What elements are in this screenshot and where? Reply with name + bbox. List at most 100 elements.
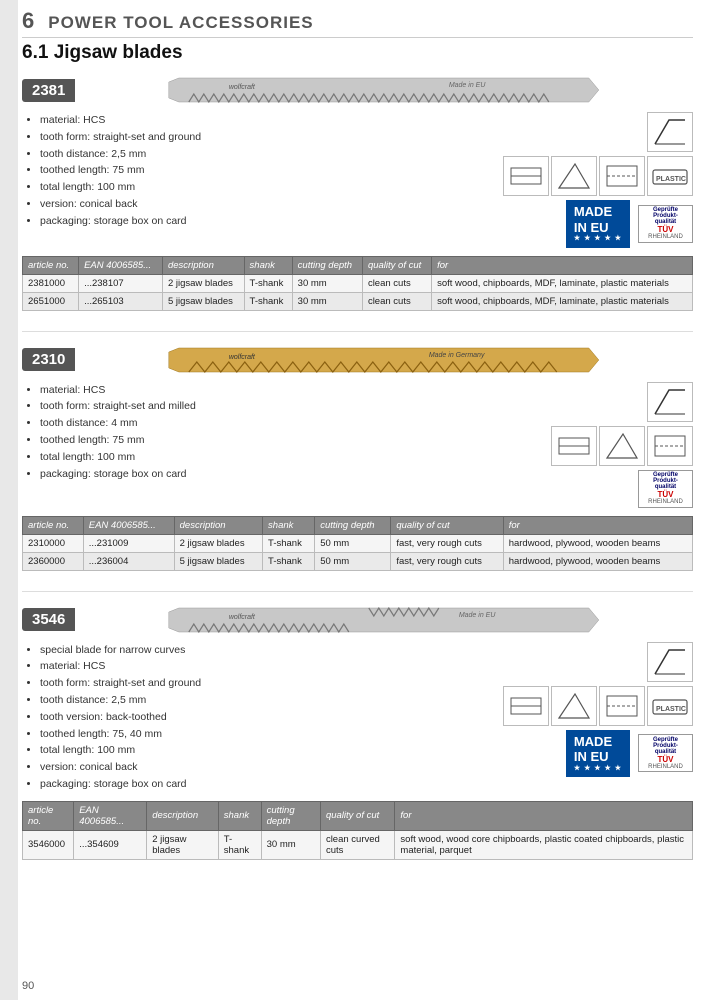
col-header: EAN 4006585... bbox=[83, 516, 174, 534]
divider-2 bbox=[22, 591, 693, 592]
table-row: 2310000 ...231009 2 jigsaw blades T-shan… bbox=[23, 534, 693, 552]
cut-profile-icon bbox=[647, 642, 693, 682]
col-header: description bbox=[162, 256, 244, 274]
col-header: shank bbox=[263, 516, 315, 534]
cell-depth: 30 mm bbox=[292, 274, 362, 292]
cut-angle-icon bbox=[551, 156, 597, 196]
col-header: article no. bbox=[23, 516, 84, 534]
cell-depth: 30 mm bbox=[261, 830, 320, 859]
col-header: EAN 4006585... bbox=[74, 801, 147, 830]
cell-desc: 5 jigsaw blades bbox=[174, 552, 262, 570]
cell-article: 3546000 bbox=[23, 830, 74, 859]
chapter-number: 6 bbox=[22, 8, 34, 34]
blade-header-3546: 3546 wolfcraft Made in EU bbox=[22, 604, 693, 636]
col-header: quality of cut bbox=[391, 516, 503, 534]
svg-text:Made in EU: Made in EU bbox=[459, 612, 497, 619]
spec-item: packaging: storage box on card bbox=[40, 466, 463, 483]
cut-angle-icon bbox=[599, 426, 645, 466]
badge-row-2310: Geprüfte Produkt-qualität TÜV RHEINLAND bbox=[638, 470, 693, 508]
col-header: cutting depth bbox=[261, 801, 320, 830]
chapter-title: POWER TOOL ACCESSORIES bbox=[48, 13, 313, 33]
cell-shank: T-shank bbox=[244, 274, 292, 292]
col-header: quality of cut bbox=[320, 801, 394, 830]
col-header: shank bbox=[244, 256, 292, 274]
cell-desc: 2 jigsaw blades bbox=[147, 830, 219, 859]
table-row: 3546000 ...354609 2 jigsaw blades T-shan… bbox=[23, 830, 693, 859]
blade-image-2310: wolfcraft Made in Germany bbox=[75, 344, 693, 376]
specs-2381: material: HCS tooth form: straight-set a… bbox=[22, 112, 463, 248]
col-header: for bbox=[432, 256, 693, 274]
col-header: article no. bbox=[23, 256, 79, 274]
cell-quality: fast, very rough cuts bbox=[391, 552, 503, 570]
badge-row-3546: MADEIN EU ★ ★ ★ ★ ★ Geprüfte Produkt-qua… bbox=[566, 730, 693, 778]
top-cut-icon-row bbox=[647, 382, 693, 422]
col-header: EAN 4006585... bbox=[79, 256, 163, 274]
spec-item: toothed length: 75, 40 mm bbox=[40, 726, 463, 743]
cell-quality: clean cuts bbox=[362, 292, 431, 310]
cell-desc: 2 jigsaw blades bbox=[162, 274, 244, 292]
plastic-icon: PLASTIC bbox=[647, 156, 693, 196]
table-row: 2381000 ...238107 2 jigsaw blades T-shan… bbox=[23, 274, 693, 292]
spec-item: version: conical back bbox=[40, 196, 463, 213]
cell-ean: ...231009 bbox=[83, 534, 174, 552]
tuv-badge-3546: Geprüfte Produkt-qualität TÜV RHEINLAND bbox=[638, 734, 693, 772]
spec-item: special blade for narrow curves bbox=[40, 642, 463, 659]
table-row: 2651000 ...265103 5 jigsaw blades T-shan… bbox=[23, 292, 693, 310]
spec-item: version: conical back bbox=[40, 759, 463, 776]
spec-item: material: HCS bbox=[40, 658, 463, 675]
cell-depth: 30 mm bbox=[292, 292, 362, 310]
cell-desc: 5 jigsaw blades bbox=[162, 292, 244, 310]
cell-article: 2360000 bbox=[23, 552, 84, 570]
eu-stars: ★ ★ ★ ★ ★ bbox=[574, 235, 622, 243]
spec-item: tooth distance: 2,5 mm bbox=[40, 146, 463, 163]
svg-text:wolfcraft: wolfcraft bbox=[229, 84, 256, 91]
plastic-icon: PLASTIC bbox=[647, 686, 693, 726]
product-section-2381: 2381 wolfcraft Made in EU material: HCS … bbox=[22, 74, 693, 311]
cell-for: soft wood, chipboards, MDF, laminate, pl… bbox=[432, 292, 693, 310]
spec-item: tooth form: straight-set and ground bbox=[40, 675, 463, 692]
cell-ean: ...238107 bbox=[79, 274, 163, 292]
table-2381: article no. EAN 4006585... description s… bbox=[22, 256, 693, 311]
cell-depth: 50 mm bbox=[315, 534, 391, 552]
tuv-badge-2310: Geprüfte Produkt-qualität TÜV RHEINLAND bbox=[638, 470, 693, 508]
product-body-3546: special blade for narrow curves material… bbox=[22, 642, 693, 793]
cell-quality: clean curved cuts bbox=[320, 830, 394, 859]
spec-item: total length: 100 mm bbox=[40, 179, 463, 196]
cell-quality: clean cuts bbox=[362, 274, 431, 292]
spec-item: material: HCS bbox=[40, 112, 463, 129]
cut-profile-icon bbox=[647, 112, 693, 152]
product-id-2381: 2381 bbox=[22, 79, 75, 102]
spec-item: tooth form: straight-set and ground bbox=[40, 129, 463, 146]
product-id-2310: 2310 bbox=[22, 348, 75, 371]
svg-text:Made in Germany: Made in Germany bbox=[429, 352, 485, 359]
cell-depth: 50 mm bbox=[315, 552, 391, 570]
col-header: description bbox=[174, 516, 262, 534]
cut-straight-icon bbox=[551, 426, 597, 466]
cell-shank: T-shank bbox=[263, 534, 315, 552]
cell-for: hardwood, plywood, wooden beams bbox=[503, 552, 692, 570]
spec-item: tooth distance: 2,5 mm bbox=[40, 692, 463, 709]
specs-2310: material: HCS tooth form: straight-set a… bbox=[22, 382, 463, 508]
table-2310: article no. EAN 4006585... description s… bbox=[22, 516, 693, 571]
blade-header-2381: 2381 wolfcraft Made in EU bbox=[22, 74, 693, 106]
cell-shank: T-shank bbox=[218, 830, 261, 859]
svg-text:PLASTIC: PLASTIC bbox=[656, 176, 686, 183]
col-header: shank bbox=[218, 801, 261, 830]
svg-text:wolfcraft: wolfcraft bbox=[229, 354, 256, 361]
spec-item: toothed length: 75 mm bbox=[40, 432, 463, 449]
col-header: quality of cut bbox=[362, 256, 431, 274]
blade-image-3546: wolfcraft Made in EU bbox=[75, 604, 693, 636]
cut-wood-icon bbox=[599, 686, 645, 726]
cell-ean: ...265103 bbox=[79, 292, 163, 310]
cell-desc: 2 jigsaw blades bbox=[174, 534, 262, 552]
cut-icons-row: PLASTIC bbox=[503, 156, 693, 196]
cut-straight-icon bbox=[503, 686, 549, 726]
made-in-eu-text: MADEIN EU bbox=[574, 204, 622, 235]
eu-stars: ★ ★ ★ ★ ★ bbox=[574, 765, 622, 773]
cell-shank: T-shank bbox=[263, 552, 315, 570]
badge-row-2381: MADEIN EU ★ ★ ★ ★ ★ Geprüfte Produkt-qua… bbox=[566, 200, 693, 248]
tuv-badge: Geprüfte Produkt-qualität TÜV RHEINLAND bbox=[638, 205, 693, 243]
col-header: article no. bbox=[23, 801, 74, 830]
cut-icons-row bbox=[551, 426, 693, 466]
spec-item: toothed length: 75 mm bbox=[40, 162, 463, 179]
